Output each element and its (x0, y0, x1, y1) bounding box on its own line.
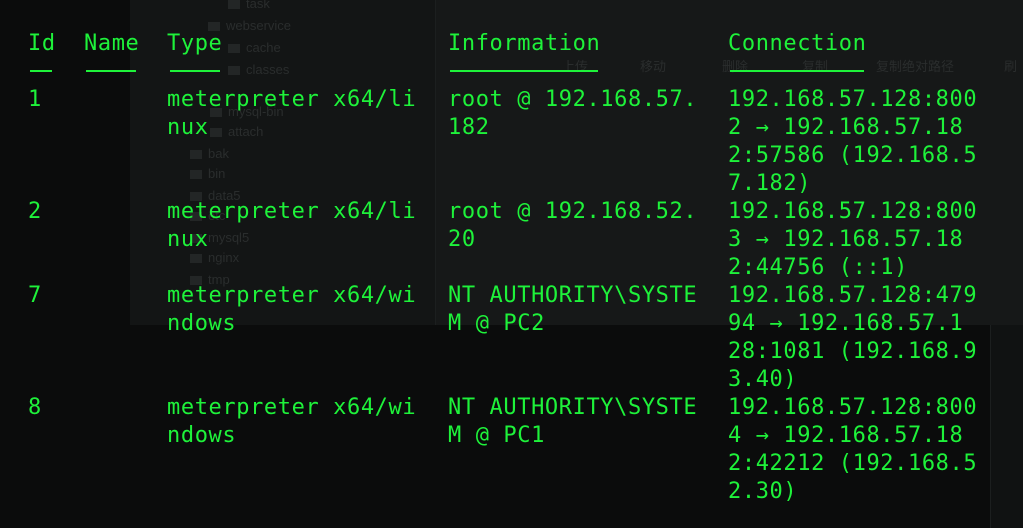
session-id: 2 (28, 199, 42, 224)
header-id: Id (28, 31, 56, 56)
session-connection-line: 3.40) (728, 367, 798, 392)
session-connection-line: 192.168.57.128:800 (728, 395, 978, 420)
session-connection-line: 2.30) (728, 479, 798, 504)
session-information-line: NT AUTHORITY\SYSTE (448, 395, 698, 420)
session-connection-line: 192.168.57.128:800 (728, 87, 978, 112)
session-type-line: nux (167, 115, 209, 140)
session-information-line: root @ 192.168.52. (448, 199, 698, 224)
terminal-output: Id Name Type Information Connection 1 met… (0, 0, 1023, 528)
session-connection-line: 7.182) (728, 171, 812, 196)
session-information-line: root @ 192.168.57. (448, 87, 698, 112)
header-connection: Connection (728, 31, 867, 56)
header-connection-underline (730, 70, 864, 72)
header-information: Information (448, 31, 601, 56)
session-connection-line: 4 → 192.168.57.18 (728, 423, 964, 448)
header-id-underline (30, 70, 52, 72)
session-connection-line: 2:44756 (::1) (728, 255, 908, 280)
header-information-underline (450, 70, 598, 72)
session-type-line: meterpreter x64/li (167, 87, 417, 112)
session-type-line: meterpreter x64/li (167, 199, 417, 224)
session-type-line: ndows (167, 423, 237, 448)
header-type: Type (167, 31, 223, 56)
session-information-line: 20 (448, 227, 476, 252)
header-name-underline (86, 70, 136, 72)
session-connection-line: 192.168.57.128:479 (728, 283, 978, 308)
session-connection-line: 2:42212 (192.168.5 (728, 451, 978, 476)
session-id: 1 (28, 87, 42, 112)
session-connection-line: 192.168.57.128:800 (728, 199, 978, 224)
session-type-line: nux (167, 227, 209, 252)
header-type-underline (170, 70, 220, 72)
session-id: 8 (28, 395, 42, 420)
session-type-line: meterpreter x64/wi (167, 283, 417, 308)
session-connection-line: 3 → 192.168.57.18 (728, 227, 964, 252)
session-type-line: meterpreter x64/wi (167, 395, 417, 420)
session-information-line: M @ PC1 (448, 423, 545, 448)
session-connection-line: 2:57586 (192.168.5 (728, 143, 978, 168)
session-information-line: 182 (448, 115, 490, 140)
session-connection-line: 28:1081 (192.168.9 (728, 339, 978, 364)
session-information-line: M @ PC2 (448, 311, 545, 336)
session-type-line: ndows (167, 311, 237, 336)
session-connection-line: 94 → 192.168.57.1 (728, 311, 964, 336)
header-name: Name (84, 31, 140, 56)
session-id: 7 (28, 283, 42, 308)
session-information-line: NT AUTHORITY\SYSTE (448, 283, 698, 308)
session-connection-line: 2 → 192.168.57.18 (728, 115, 964, 140)
